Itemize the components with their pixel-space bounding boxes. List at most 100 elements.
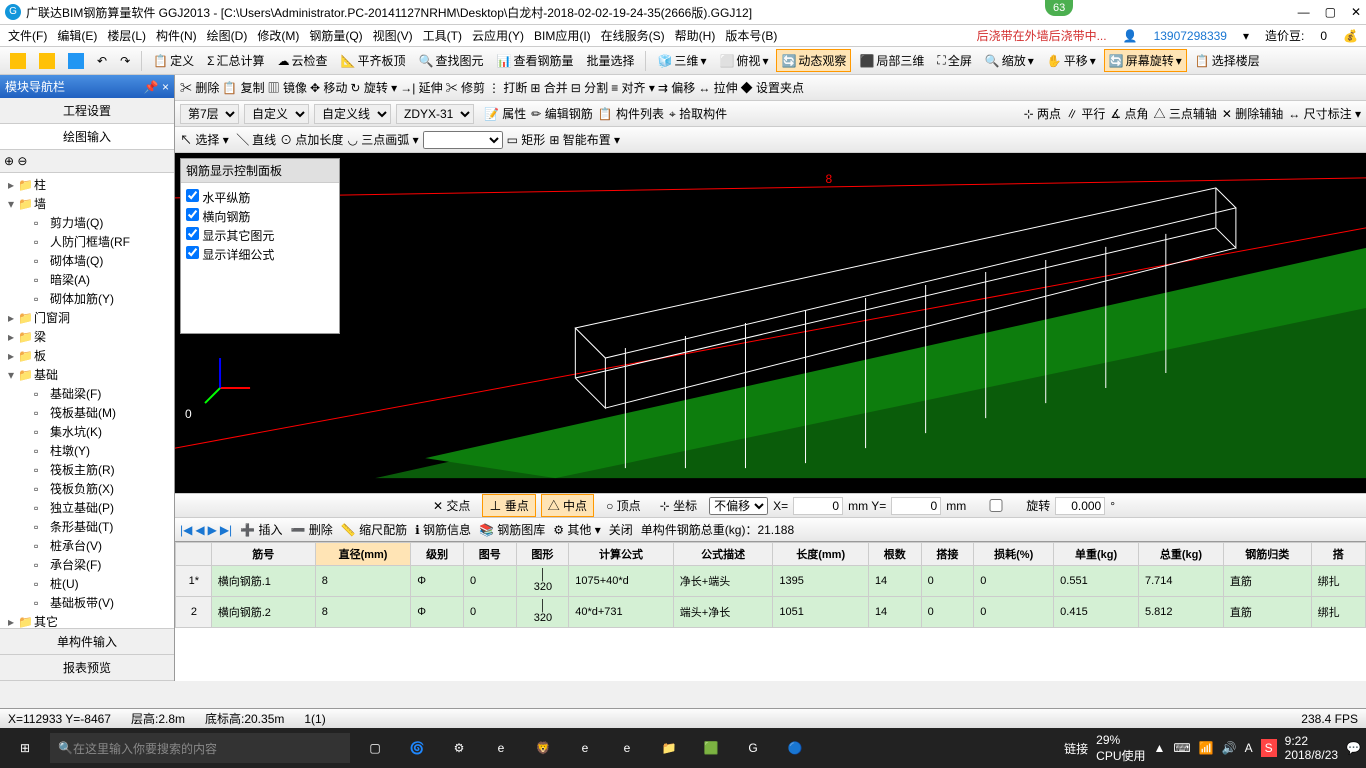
smart-layout-tool[interactable]: ⊞ 智能布置 ▾ <box>549 131 620 148</box>
offset-select[interactable]: 不偏移 <box>709 497 768 515</box>
start-button[interactable]: ⊞ <box>5 728 45 768</box>
snap-intersect[interactable]: ✕ 交点 <box>426 494 477 517</box>
close-button[interactable]: ✕ <box>1351 5 1361 19</box>
open-button[interactable] <box>34 50 60 72</box>
y-input[interactable] <box>891 497 941 515</box>
floor-select[interactable]: 第7层 <box>180 104 239 124</box>
menu-component[interactable]: 构件(N) <box>153 25 200 46</box>
align-top-button[interactable]: 📐 平齐板顶 <box>336 49 411 72</box>
point-angle-button[interactable]: ∡ 点角 <box>1110 105 1148 122</box>
redo-button[interactable]: ↷ <box>115 51 135 71</box>
search-box[interactable]: 🔍 在这里输入你要搜索的内容 <box>50 733 350 763</box>
menu-version[interactable]: 版本号(B) <box>722 25 780 46</box>
first-button[interactable]: |◀ <box>180 523 192 537</box>
tab-project-settings[interactable]: 工程设置 <box>0 98 174 124</box>
clock[interactable]: 9:222018/8/23 <box>1285 734 1338 762</box>
3d-canvas[interactable]: 0 8 钢筋显示控制面板 水平纵筋 横向钢筋 显示其它图元 显示详细公式 <box>175 153 1366 493</box>
rebar-display-panel[interactable]: 钢筋显示控制面板 水平纵筋 横向钢筋 显示其它图元 显示详细公式 <box>180 158 340 334</box>
stretch-button[interactable]: ↔ 拉伸 <box>698 79 737 96</box>
view-rebar-button[interactable]: 📊 查看钢筋量 <box>491 49 578 72</box>
cpu-usage[interactable]: 29%CPU使用 <box>1096 733 1145 764</box>
app-icon-6[interactable]: 🔵 <box>775 728 815 768</box>
line-tool[interactable]: ╲ 直线 <box>237 131 276 148</box>
tree-item[interactable]: ▫独立基础(P) <box>2 498 172 517</box>
tree-item[interactable]: ▫基础板带(V) <box>2 593 172 612</box>
new-button[interactable] <box>5 50 31 72</box>
copy-button[interactable]: 📋 复制 <box>222 79 264 96</box>
code-select[interactable]: ZDYX-31 <box>396 104 474 124</box>
folder-icon[interactable]: 📁 <box>649 728 689 768</box>
cloud-check-button[interactable]: ☁ 云检查 <box>273 49 333 72</box>
rebar-lib-button[interactable]: 📚 钢筋图库 <box>479 521 545 538</box>
tree-item[interactable]: ▫柱墩(Y) <box>2 441 172 460</box>
grip-button[interactable]: ◆ 设置夹点 <box>741 79 804 96</box>
mirror-button[interactable]: ▥ 镜像 <box>268 79 307 96</box>
rect-tool[interactable]: ▭ 矩形 <box>507 131 546 148</box>
properties-button[interactable]: 📝 属性 <box>484 105 526 122</box>
rotate-input[interactable] <box>1055 497 1105 515</box>
snap-vertex[interactable]: ○ 顶点 <box>599 494 648 517</box>
ime-icon[interactable]: A <box>1245 741 1253 755</box>
notifications-icon[interactable]: 💬 <box>1346 741 1361 755</box>
link-status[interactable]: 链接 <box>1064 740 1088 757</box>
category-select[interactable]: 自定义 <box>244 104 309 124</box>
two-point-button[interactable]: ⊹ 两点 <box>1024 105 1061 122</box>
define-button[interactable]: 📋 定义 <box>148 49 199 72</box>
tree-item[interactable]: ▫集水坑(K) <box>2 422 172 441</box>
select-tool[interactable]: ↖ 选择 ▾ <box>180 131 229 148</box>
trim-button[interactable]: ✂ 修剪 <box>446 79 485 96</box>
delete-axis-button[interactable]: ✕ 删除辅轴 <box>1222 105 1283 122</box>
screen-rotate-button[interactable]: 🔄 屏幕旋转 ▾ <box>1104 49 1187 72</box>
point-length-tool[interactable]: ⊙ 点加长度 <box>280 131 343 148</box>
menu-modify[interactable]: 修改(M) <box>254 25 302 46</box>
menu-floor[interactable]: 楼层(L) <box>104 25 149 46</box>
tree-item[interactable]: ▫砌体墙(Q) <box>2 251 172 270</box>
delete-button[interactable]: ✂ 删除 <box>180 79 219 96</box>
last-button[interactable]: ▶| <box>220 523 232 537</box>
keyboard-icon[interactable]: ⌨ <box>1173 741 1190 755</box>
snap-perp[interactable]: ⊥ 垂点 <box>482 494 535 517</box>
move-button[interactable]: ✥ 移动 <box>310 79 347 96</box>
tree-item[interactable]: ▫筏板基础(M) <box>2 403 172 422</box>
tree-item[interactable]: ▫承台梁(F) <box>2 555 172 574</box>
scrolling-notice[interactable]: 后浇带在外墙后浇带中... <box>974 25 1110 46</box>
tree-item[interactable]: ▫筏板主筋(R) <box>2 460 172 479</box>
parallel-button[interactable]: ∥ 平行 <box>1066 105 1105 122</box>
orbit-button[interactable]: 🔄 动态观察 <box>776 49 851 72</box>
menu-rebar[interactable]: 钢筋量(Q) <box>306 25 365 46</box>
user-id[interactable]: 13907298339 <box>1151 27 1230 45</box>
calc-button[interactable]: Σ 汇总计算 <box>202 49 269 72</box>
fullscreen-button[interactable]: ⛶ 全屏 <box>932 49 976 72</box>
tree-item[interactable]: ▫筏板负筋(X) <box>2 479 172 498</box>
align-button[interactable]: ≡ 对齐 ▾ <box>611 79 655 96</box>
app-icon-4[interactable]: 🟩 <box>691 728 731 768</box>
split-button[interactable]: ⊟ 分割 <box>571 79 608 96</box>
maximize-button[interactable]: ▢ <box>1325 5 1336 19</box>
ime-icon-2[interactable]: S <box>1261 739 1277 757</box>
close-rebar-button[interactable]: 关闭 <box>609 521 633 538</box>
three-point-button[interactable]: △ 三点辅轴 <box>1154 105 1217 122</box>
arc-tool[interactable]: ◡ 三点画弧 ▾ <box>347 131 418 148</box>
rebar-grid[interactable]: 筋号直径(mm)级别图号图形计算公式公式描述长度(mm)根数搭接损耗(%)单重(… <box>175 541 1366 681</box>
notification-badge[interactable]: 63 <box>1045 0 1073 16</box>
insert-row-button[interactable]: ➕ 插入 <box>240 521 282 538</box>
ie-icon-2[interactable]: e <box>607 728 647 768</box>
menu-cloud[interactable]: 云应用(Y) <box>469 25 527 46</box>
other-button[interactable]: ⚙ 其他 ▾ <box>553 521 600 538</box>
save-button[interactable] <box>63 50 89 72</box>
component-list-button[interactable]: 📋 构件列表 <box>598 105 664 122</box>
local-3d-button[interactable]: ⬛ 局部三维 <box>854 49 929 72</box>
pin-icon[interactable]: 📌 × <box>144 80 169 94</box>
tree-item[interactable]: ▾📁基础 <box>2 365 172 384</box>
tree-item[interactable]: ▸📁板 <box>2 346 172 365</box>
collapse-icon[interactable]: ⊖ <box>17 154 27 168</box>
rebar-row[interactable]: 1*横向钢筋.18Φ0│3201075+40*d净长+端头139514000.5… <box>176 566 1366 597</box>
tree-item[interactable]: ▸📁门窗洞 <box>2 308 172 327</box>
merge-button[interactable]: ⊞ 合并 <box>530 79 567 96</box>
minimize-button[interactable]: — <box>1298 5 1310 19</box>
menu-bim[interactable]: BIM应用(I) <box>531 25 594 46</box>
tab-drawing-input[interactable]: 绘图输入 <box>0 124 174 150</box>
x-input[interactable] <box>793 497 843 515</box>
subtype-select[interactable]: 自定义线 <box>314 104 391 124</box>
find-button[interactable]: 🔍 查找图元 <box>414 49 489 72</box>
